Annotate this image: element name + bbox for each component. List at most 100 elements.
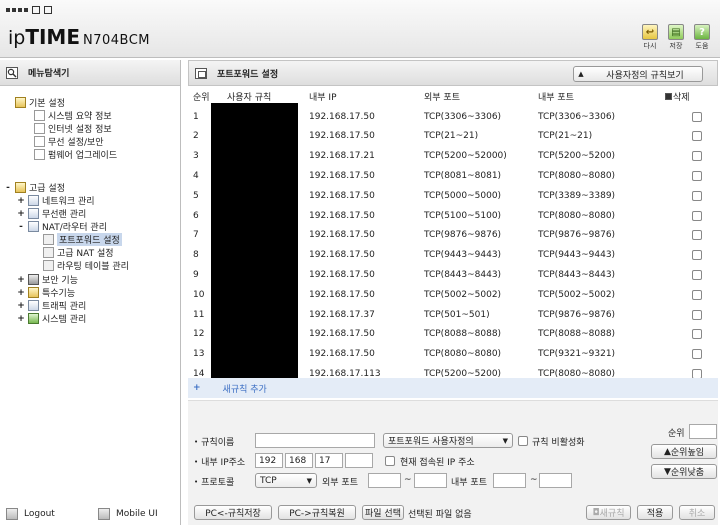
delete-checkbox[interactable]: [692, 210, 702, 221]
save-button[interactable]: ▤ 저장: [666, 24, 686, 51]
protocol-select[interactable]: TCP ▼: [255, 473, 317, 488]
save-label: 저장: [669, 42, 683, 50]
app-header: ip TIME N704BCM ↩ 다시 ▤ 저장 ? 도움: [0, 0, 720, 58]
delete-checkbox[interactable]: [692, 171, 702, 182]
tree-wireless-lan-management[interactable]: + 무선랜 관리: [17, 207, 86, 220]
cell-int: TCP(8080~8080): [538, 171, 616, 182]
back-icon: ↩: [642, 24, 658, 40]
delete-checkbox[interactable]: [692, 270, 702, 281]
back-button[interactable]: ↩ 다시: [640, 24, 660, 51]
tree-item-wireless-security[interactable]: 무선 설정/보안: [34, 135, 104, 148]
tree-system-management[interactable]: + 시스템 관리: [17, 312, 86, 325]
apply-button[interactable]: 적용: [637, 505, 673, 520]
restore-rules-from-pc-button[interactable]: PC->규칙복원: [278, 505, 356, 520]
cell-no: 3: [193, 151, 199, 162]
tree-advanced-settings[interactable]: - 고급 설정: [4, 181, 65, 194]
current-ip-checkbox[interactable]: [385, 456, 395, 466]
delete-checkbox[interactable]: [692, 250, 702, 261]
mobile-ui-link[interactable]: Mobile UI: [98, 508, 158, 520]
delete-checkbox[interactable]: [692, 131, 702, 142]
tree-item-internet-info[interactable]: 인터넷 설정 정보: [34, 122, 112, 135]
ip-octet-2[interactable]: 168: [285, 453, 313, 468]
expand-icon[interactable]: +: [17, 209, 25, 219]
rule-type-select[interactable]: 포트포워드 사용자정의 ▼: [383, 433, 513, 448]
cell-int: TCP(3389~3389): [538, 190, 616, 201]
file-select-button[interactable]: 파일 선택: [362, 505, 404, 520]
rule-name-input[interactable]: [255, 433, 375, 448]
delete-checkbox[interactable]: [692, 349, 702, 360]
tree-item-firmware-upgrade[interactable]: 펌웨어 업그레이드: [34, 148, 117, 161]
ext-port-start[interactable]: [368, 473, 401, 488]
cell-ext: TCP(8081~8081): [424, 171, 502, 182]
cell-no: 11: [193, 309, 205, 320]
int-port-start[interactable]: [493, 473, 526, 488]
delete-checkbox[interactable]: [692, 309, 702, 320]
logout-link[interactable]: Logout: [6, 508, 55, 520]
system-check-icon: [28, 313, 39, 324]
expand-icon[interactable]: +: [17, 196, 25, 206]
expand-icon[interactable]: +: [17, 314, 25, 324]
priority-up-button[interactable]: ▲ 순위높임: [651, 444, 717, 459]
delete-checkbox[interactable]: [692, 329, 702, 340]
tree-security-functions[interactable]: + 보안 기능: [17, 273, 78, 286]
tree-item-routing-table[interactable]: 라우팅 테이블 관리: [43, 259, 129, 272]
logo-time: TIME: [25, 25, 80, 49]
tree-item-system-summary[interactable]: 시스템 요약 정보: [34, 109, 112, 122]
logo-ip: ip: [8, 27, 26, 49]
priority-down-button[interactable]: ▼ 순위낮춤: [651, 464, 717, 479]
delete-all-toggle[interactable]: 삭제: [665, 90, 690, 103]
delete-checkbox[interactable]: [692, 230, 702, 241]
add-new-rule[interactable]: + 새규칙 추가: [188, 378, 718, 398]
tree-nat-router-management[interactable]: - NAT/라우터 관리: [17, 220, 107, 233]
delete-checkbox[interactable]: [692, 289, 702, 300]
delete-checkbox[interactable]: [692, 151, 702, 162]
tree-network-management[interactable]: + 네트워크 관리: [17, 194, 95, 207]
cell-no: 6: [193, 210, 199, 221]
delete-icon: [665, 93, 672, 101]
cell-no: 4: [193, 171, 199, 182]
cell-ip: 192.168.17.50: [309, 349, 375, 360]
logout-icon: [6, 508, 18, 520]
ip-octet-1[interactable]: 192: [255, 453, 283, 468]
iptime-logo: ip TIME N704BCM: [8, 25, 150, 49]
rule-view-select[interactable]: ▲ 사용자정의 규칙보기: [573, 66, 703, 82]
collapse-icon[interactable]: -: [4, 183, 12, 193]
cell-no: 13: [193, 349, 205, 360]
tree-traffic-management[interactable]: + 트래픽 관리: [17, 299, 86, 312]
ip-octet-3[interactable]: 17: [315, 453, 343, 468]
priority-input[interactable]: [689, 424, 717, 439]
expand-icon[interactable]: +: [17, 288, 25, 298]
save-rules-to-pc-button[interactable]: PC<-규칙저장: [194, 505, 272, 520]
cancel-button[interactable]: 취소: [679, 505, 715, 520]
tree-basic-settings[interactable]: 기본 설정: [15, 96, 65, 109]
tree-special-functions[interactable]: + 특수기능: [17, 286, 75, 299]
cell-ip: 192.168.17.50: [309, 171, 375, 182]
ext-port-end[interactable]: [414, 473, 447, 488]
document-icon: [43, 234, 54, 245]
tree-item-advanced-nat[interactable]: 고급 NAT 설정: [43, 246, 114, 259]
logo-model: N704BCM: [83, 33, 151, 48]
disable-rule-checkbox[interactable]: [518, 436, 528, 446]
document-icon: [34, 136, 45, 147]
cell-ext: TCP(5000~5000): [424, 190, 502, 201]
help-button[interactable]: ? 도움: [692, 24, 712, 51]
tree-item-port-forward[interactable]: 포트포워드 설정: [43, 233, 122, 246]
expand-icon[interactable]: +: [17, 301, 25, 311]
folder-icon: [15, 182, 26, 193]
new-rule-icon: ◘: [592, 507, 600, 518]
delete-checkbox[interactable]: [692, 190, 702, 201]
new-rule-button[interactable]: ◘ 새규칙: [586, 505, 631, 520]
int-port-end[interactable]: [539, 473, 572, 488]
document-icon: [43, 247, 54, 258]
iptime-dots-logo: [6, 6, 52, 14]
cell-ext: TCP(8443~8443): [424, 270, 502, 281]
delete-checkbox[interactable]: [692, 111, 702, 122]
collapse-icon[interactable]: -: [17, 222, 25, 232]
expand-icon[interactable]: +: [17, 275, 25, 285]
cell-no: 1: [193, 111, 199, 122]
updown-arrow-icon: ▲: [578, 70, 584, 78]
menu-explorer: 메뉴탐색기 기본 설정 시스템 요약 정보 인터넷 설정 정보 무선 설정/보안…: [0, 60, 181, 525]
ip-octet-4[interactable]: [345, 453, 373, 468]
cell-int: TCP(8443~8443): [538, 270, 616, 281]
cell-ext: TCP(3306~3306): [424, 111, 502, 122]
